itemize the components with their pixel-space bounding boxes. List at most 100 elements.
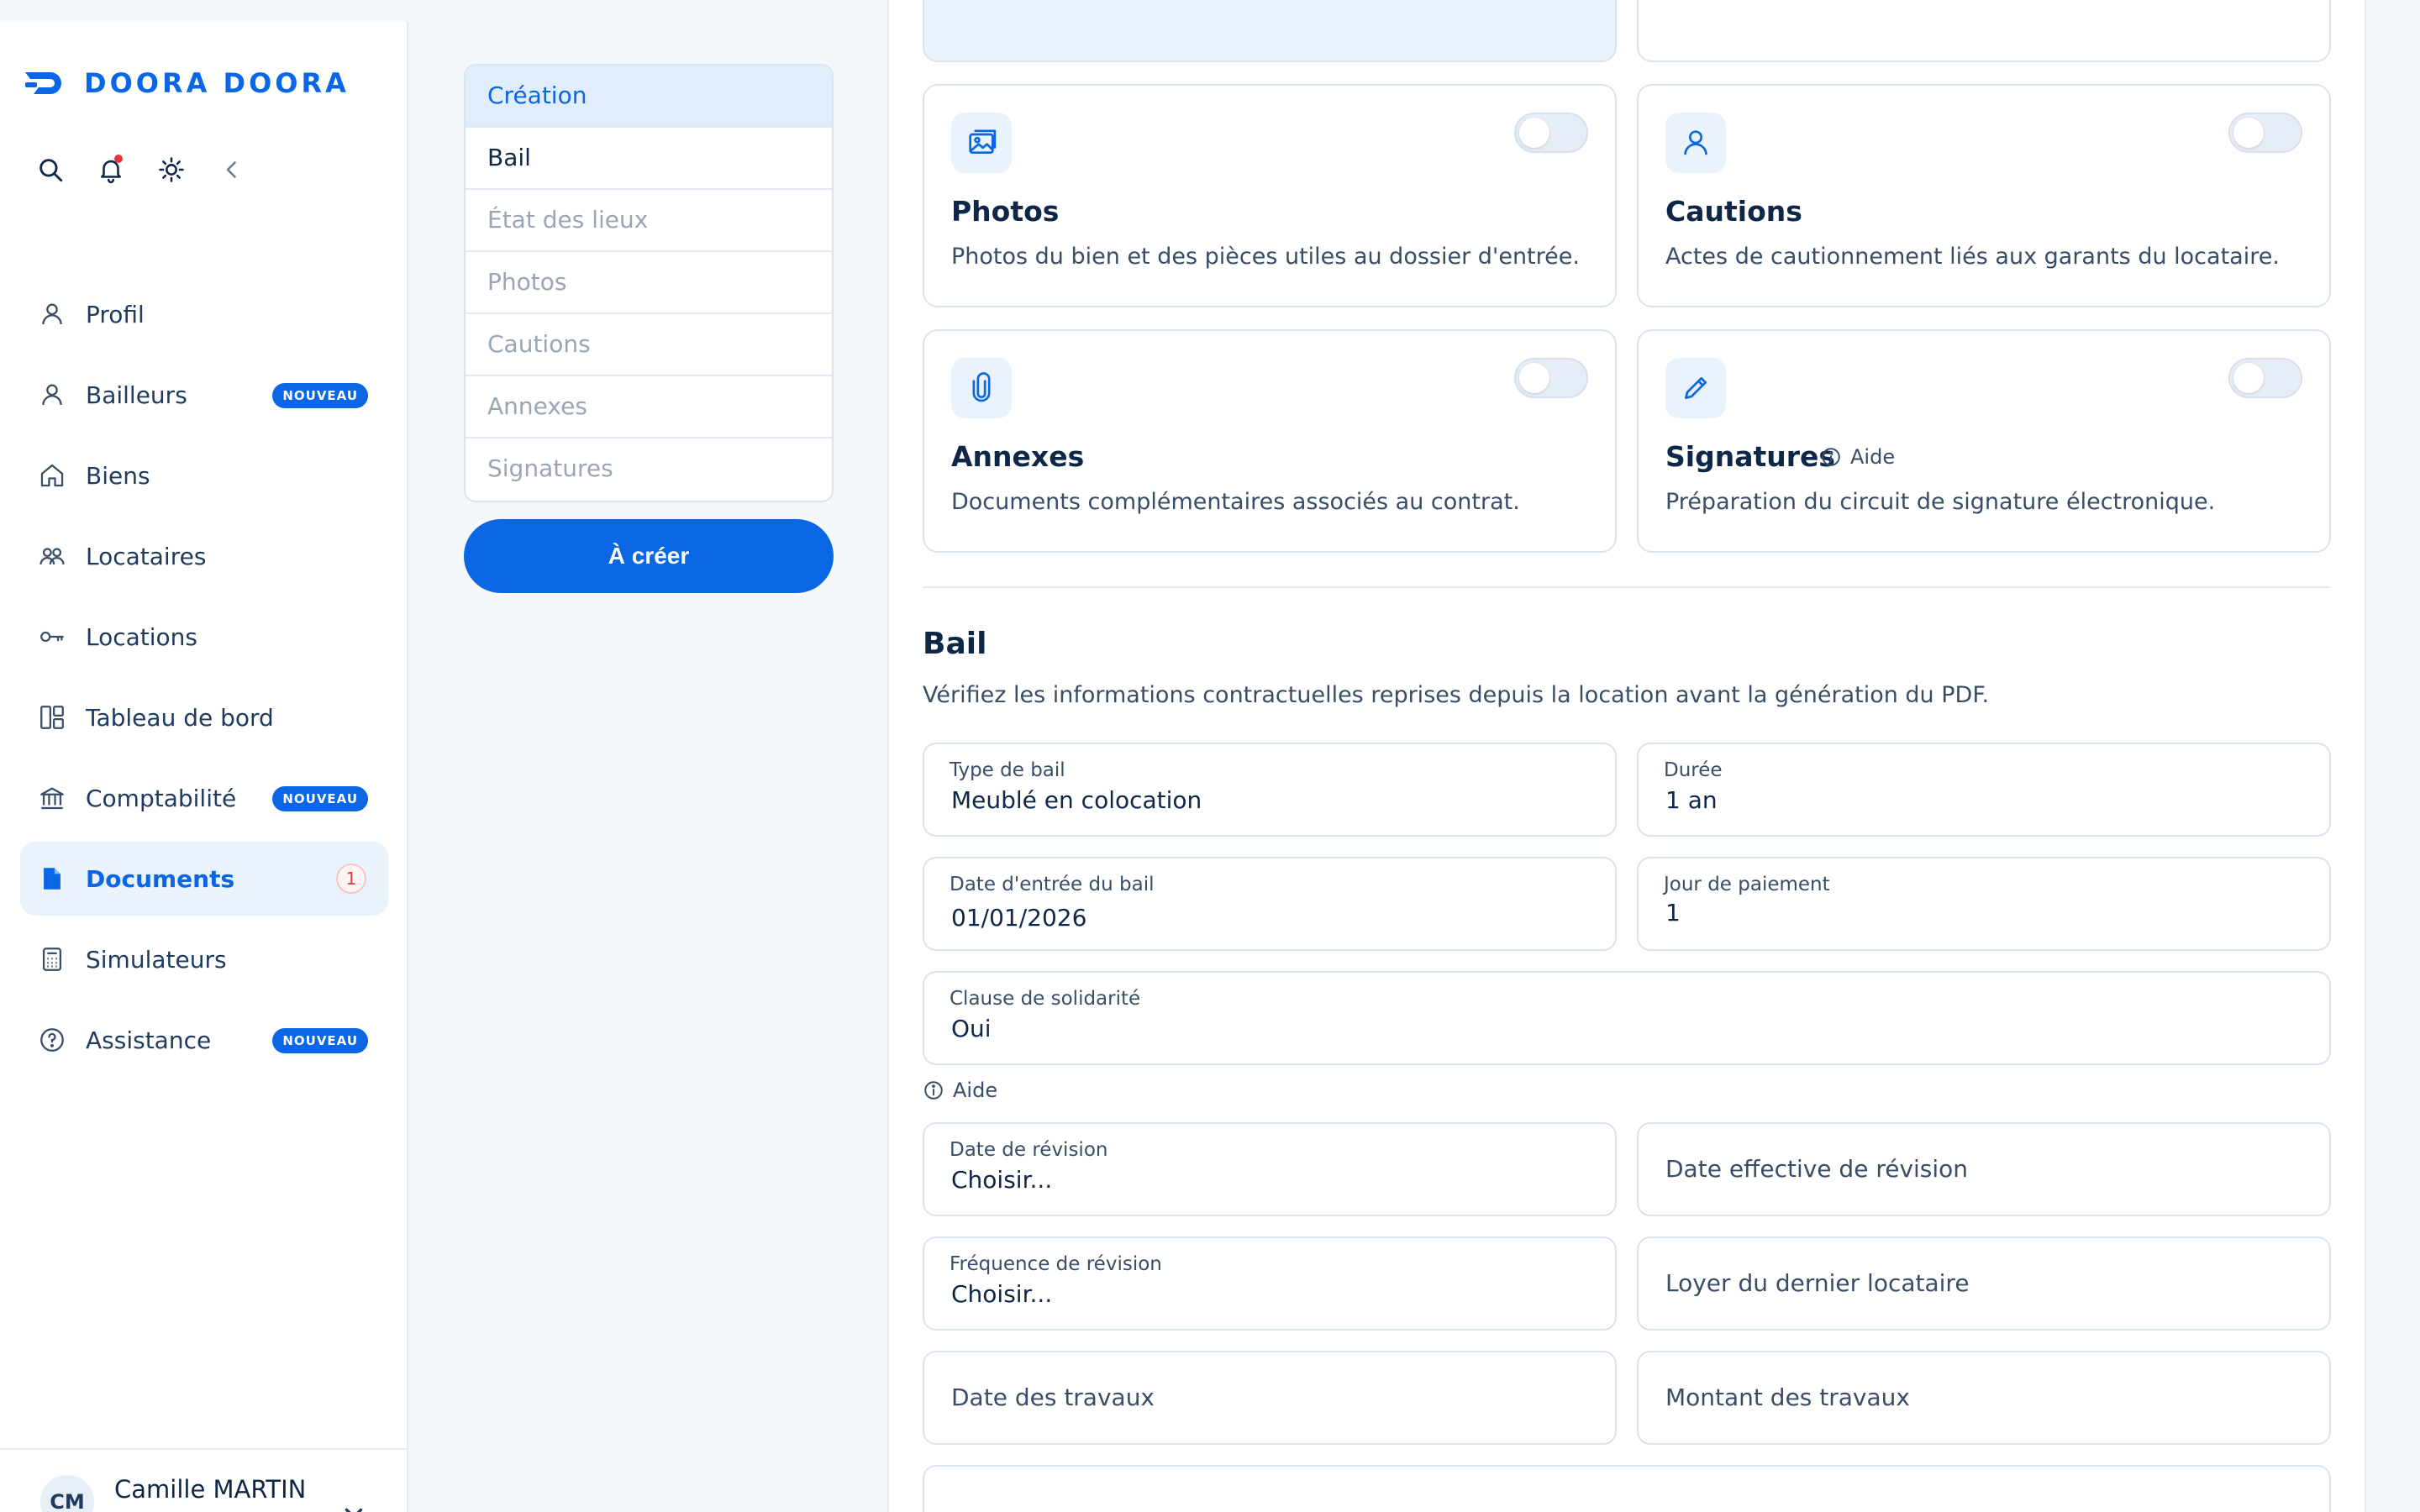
date-de-revision-field[interactable]: Date de révision Choisir... xyxy=(923,1122,1617,1216)
create-button[interactable]: À créer xyxy=(464,519,834,593)
option-card-annexes[interactable]: Annexes Documents complémentaires associ… xyxy=(923,329,1617,553)
montant-des-travaux-field[interactable]: Montant des travaux xyxy=(1637,1351,2331,1445)
field-placeholder: Date effective de révision xyxy=(1665,1155,1969,1183)
field-label: Date de révision xyxy=(950,1139,1108,1161)
field-value: Choisir... xyxy=(951,1166,1053,1194)
avatar: CM xyxy=(40,1475,94,1512)
field-label: Fréquence de révision xyxy=(950,1253,1162,1275)
card-description: Documents complémentaires associés au co… xyxy=(951,489,1520,515)
loyer-dernier-locataire-field[interactable]: Loyer du dernier locataire xyxy=(1637,1236,2331,1331)
document-icon xyxy=(37,864,67,894)
sidebar-item-label: Tableau de bord xyxy=(86,703,274,732)
image-icon xyxy=(951,113,1012,173)
field-value: 1 xyxy=(1665,899,1681,927)
sidebar-item-label: Documents xyxy=(86,864,235,893)
step-cautions[interactable]: Cautions xyxy=(466,314,832,376)
help-label: Aide xyxy=(1850,445,1896,469)
sidebar-item-label: Assistance xyxy=(86,1026,212,1054)
dashboard-icon xyxy=(37,702,67,732)
sidebar-item-simulateurs[interactable]: Simulateurs xyxy=(20,922,388,996)
sidebar-item-label: Biens xyxy=(86,461,150,490)
sidebar-item-label: Locations xyxy=(86,622,198,651)
step-photos[interactable]: Photos xyxy=(466,252,832,314)
chevron-down-icon[interactable] xyxy=(339,1499,368,1512)
option-card-photos[interactable]: Photos Photos du bien et des pièces util… xyxy=(923,84,1617,307)
logo-icon xyxy=(25,72,61,94)
type-de-bail-field[interactable]: Type de bail Meublé en colocation xyxy=(923,743,1617,837)
option-card-garants[interactable] xyxy=(923,0,1617,62)
search-icon xyxy=(39,159,63,182)
new-badge: NOUVEAU xyxy=(272,786,368,811)
field-value: Choisir... xyxy=(951,1280,1053,1308)
info-icon xyxy=(1822,448,1840,466)
user-icon xyxy=(37,380,67,410)
sidebar-item-documents[interactable]: Documents 1 xyxy=(20,842,388,916)
field-label: Jour de paiement xyxy=(1664,874,1830,895)
step-signatures[interactable]: Signatures xyxy=(466,438,832,501)
annexes-toggle[interactable] xyxy=(1514,358,1588,398)
nature-des-travaux-field[interactable] xyxy=(923,1465,2331,1512)
sidebar-item-tableau-de-bord[interactable]: Tableau de bord xyxy=(20,680,388,754)
sidebar-item-biens[interactable]: Biens xyxy=(20,438,388,512)
sidebar-item-label: Profil xyxy=(86,300,145,328)
sidebar-item-label: Comptabilité xyxy=(86,784,237,812)
bail-help-link[interactable]: Aide xyxy=(923,1079,997,1102)
card-title: Annexes xyxy=(951,440,1085,473)
card-description: Préparation du circuit de signature élec… xyxy=(1665,489,2216,515)
help-icon xyxy=(37,1025,67,1055)
date-entree-field[interactable]: Date d'entrée du bail 01/01/2026 xyxy=(923,857,1617,951)
field-value: 01/01/2026 xyxy=(951,904,1087,932)
theme-toggle-button[interactable] xyxy=(155,153,188,186)
sidebar-item-comptabilite[interactable]: Comptabilité NOUVEAU xyxy=(20,761,388,835)
step-creation[interactable]: Création xyxy=(466,66,832,128)
new-badge: NOUVEAU xyxy=(272,1028,368,1053)
signatures-help-link[interactable]: Aide xyxy=(1820,445,1895,469)
user-name: Camille MARTIN xyxy=(114,1475,307,1504)
field-value: Meublé en colocation xyxy=(951,786,1202,814)
sidebar-toolbar xyxy=(34,153,276,186)
step-bail[interactable]: Bail xyxy=(466,128,832,190)
sidebar-item-profil[interactable]: Profil xyxy=(20,277,388,351)
user-icon xyxy=(37,299,67,329)
users-icon xyxy=(37,541,67,571)
field-placeholder: Loyer du dernier locataire xyxy=(1665,1269,1970,1297)
sidebar-item-label: Locataires xyxy=(86,542,207,570)
sidebar-item-label: Bailleurs xyxy=(86,381,187,409)
option-card-cautions[interactable]: Cautions Actes de cautionnement liés aux… xyxy=(1637,84,2331,307)
step-etat-des-lieux[interactable]: État des lieux xyxy=(466,190,832,252)
option-card-top-right[interactable] xyxy=(1637,0,2331,62)
bank-icon xyxy=(37,783,67,813)
sidebar-item-locataires[interactable]: Locataires xyxy=(20,519,388,593)
sidebar-item-bailleurs[interactable]: Bailleurs NOUVEAU xyxy=(20,358,388,432)
card-title: Signatures xyxy=(1665,440,1836,473)
brand-name: DOORA DOORA xyxy=(84,67,350,99)
calculator-icon xyxy=(37,944,67,974)
sidebar-item-locations[interactable]: Locations xyxy=(20,600,388,674)
photos-toggle[interactable] xyxy=(1514,113,1588,153)
sidebar-item-assistance[interactable]: Assistance NOUVEAU xyxy=(20,1003,388,1077)
date-des-travaux-field[interactable]: Date des travaux xyxy=(923,1351,1617,1445)
section-description: Vérifiez les informations contractuelles… xyxy=(923,682,1990,708)
duree-field[interactable]: Durée 1 an xyxy=(1637,743,2331,837)
card-title: Photos xyxy=(951,195,1060,228)
field-value: 1 an xyxy=(1665,786,1718,814)
field-placeholder: Montant des travaux xyxy=(1665,1383,1910,1411)
option-card-signatures[interactable]: Signatures Aide Préparation du circuit d… xyxy=(1637,329,2331,553)
notification-count-badge: 1 xyxy=(336,864,366,894)
cautions-toggle[interactable] xyxy=(2228,113,2302,153)
collapse-sidebar-button[interactable] xyxy=(215,153,249,186)
info-icon xyxy=(924,1081,943,1100)
clause-de-solidarite-field[interactable]: Clause de solidarité Oui xyxy=(923,971,2331,1065)
document-steps-list: Création Bail État des lieux Photos Caut… xyxy=(464,64,834,502)
notifications-button[interactable] xyxy=(94,153,128,186)
jour-de-paiement-field[interactable]: Jour de paiement 1 xyxy=(1637,857,2331,951)
frequence-de-revision-field[interactable]: Fréquence de révision Choisir... xyxy=(923,1236,1617,1331)
signatures-toggle[interactable] xyxy=(2228,358,2302,398)
brand-logo[interactable]: DOORA DOORA xyxy=(25,66,350,101)
card-title: Cautions xyxy=(1665,195,1802,228)
home-icon xyxy=(37,460,67,491)
user-menu[interactable]: CM Camille MARTIN ESPACE BAILLEUR xyxy=(0,1448,408,1512)
date-effective-revision-field[interactable]: Date effective de révision xyxy=(1637,1122,2331,1216)
step-annexes[interactable]: Annexes xyxy=(466,376,832,438)
search-button[interactable] xyxy=(34,153,67,186)
